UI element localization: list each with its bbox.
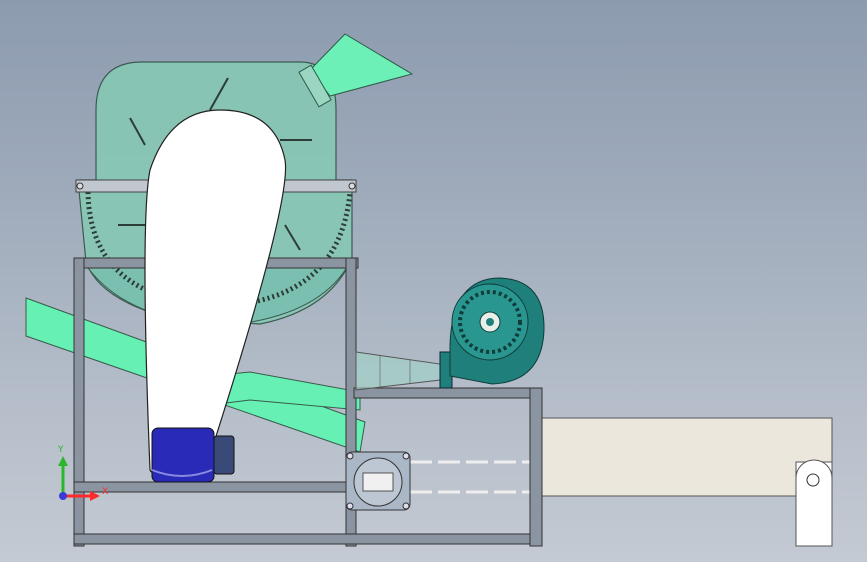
y-axis-label: Y: [57, 445, 64, 455]
control-plate: [362, 472, 394, 492]
conveyor-pulley-icon: [806, 473, 820, 487]
conveyor-belt[interactable]: [537, 417, 833, 547]
cad-viewport[interactable]: Y X: [0, 0, 867, 562]
drive-motor[interactable]: [151, 427, 235, 483]
control-box[interactable]: [345, 451, 411, 511]
conveyor-rails: [410, 460, 530, 494]
cad-model-view[interactable]: Y X: [0, 0, 867, 562]
x-axis-label: X: [102, 487, 108, 497]
z-axis-dot-icon: [59, 492, 67, 500]
air-duct[interactable]: [355, 351, 441, 391]
blower-fan[interactable]: [439, 277, 545, 389]
feed-hopper[interactable]: [298, 33, 414, 108]
